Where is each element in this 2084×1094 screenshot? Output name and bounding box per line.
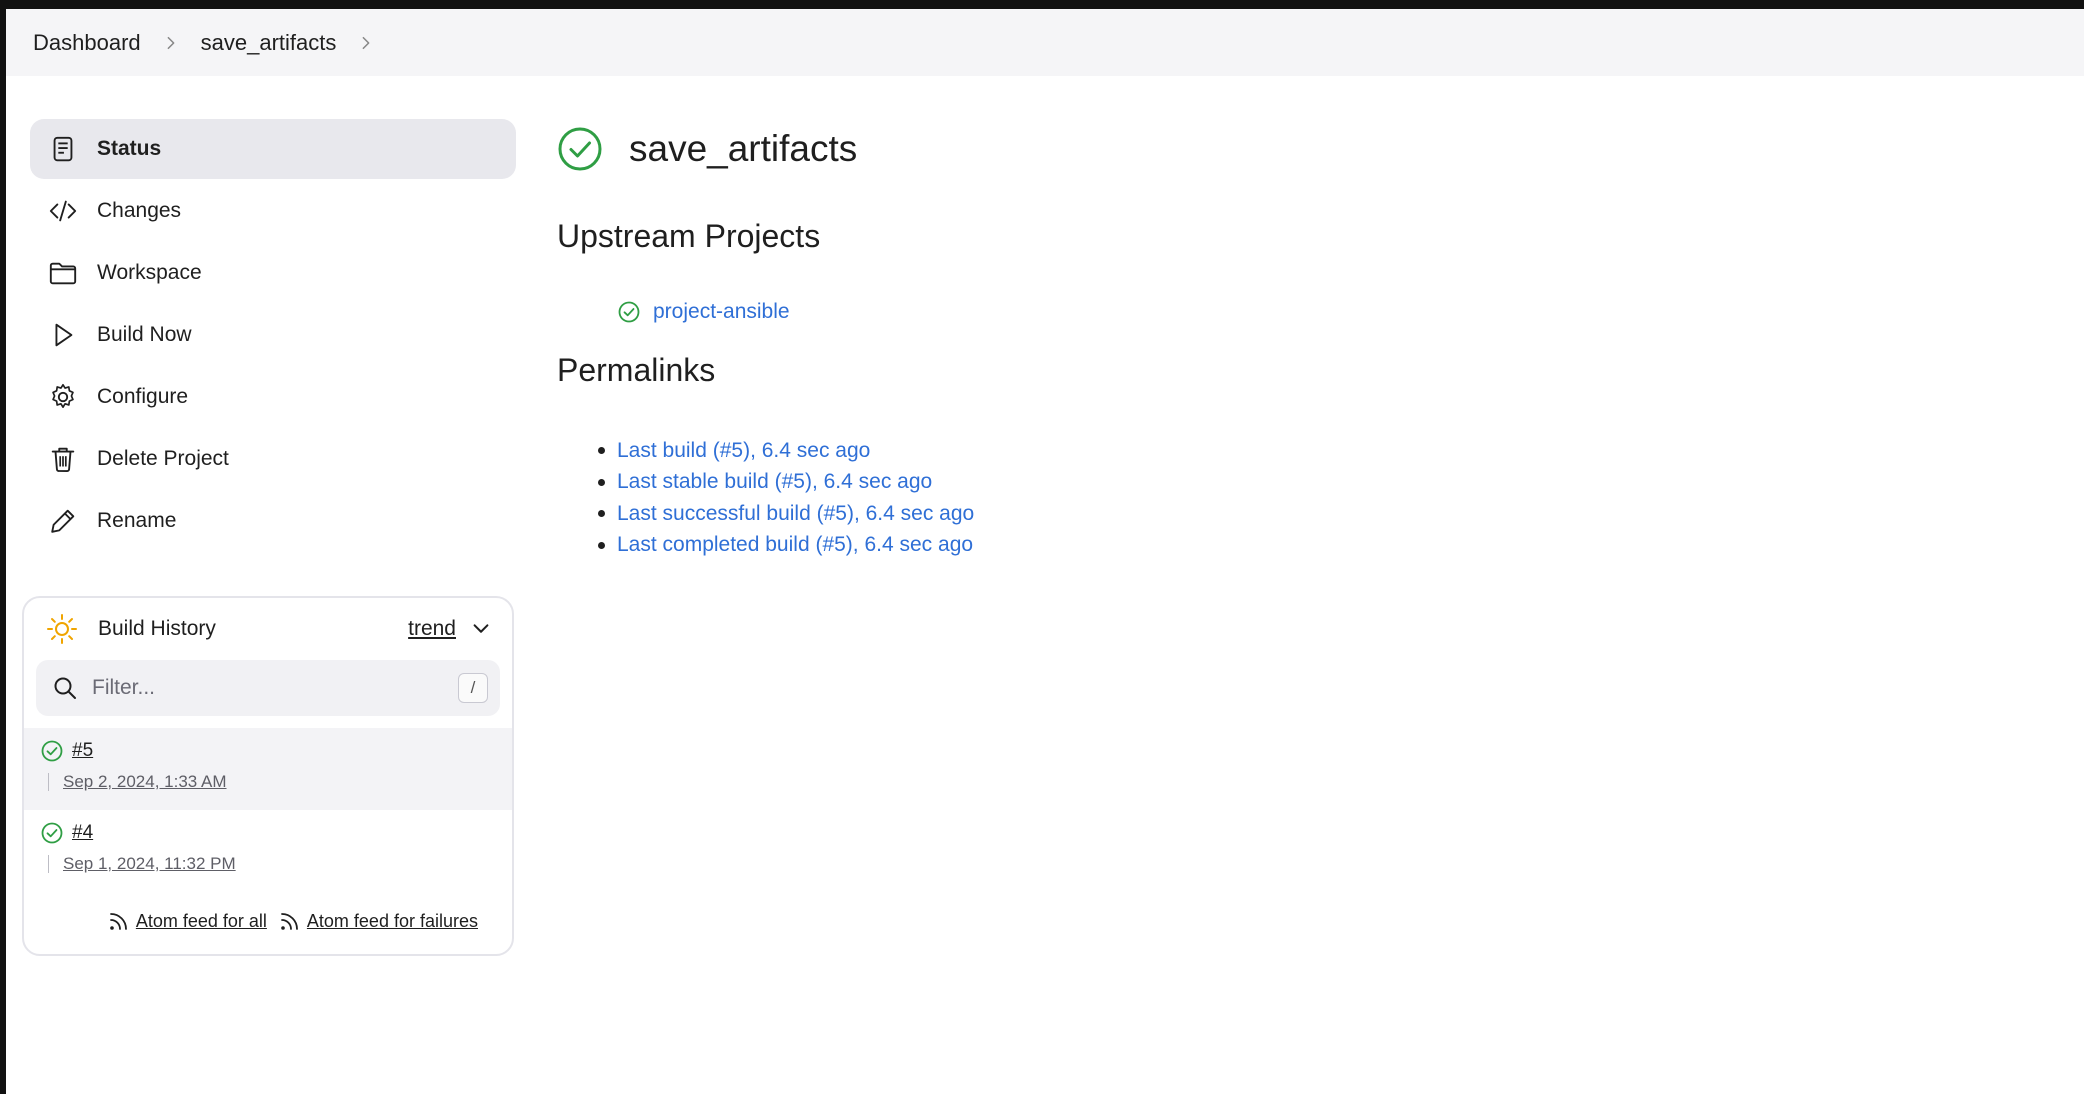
build-history-title: Build History [98,617,216,640]
upstream-project-link[interactable]: project-ansible [617,300,790,324]
keyboard-shortcut-hint: / [458,673,488,703]
build-row[interactable]: #5 Sep 2, 2024, 1:33 AM [24,728,512,810]
build-history-header: Build History trend [24,598,512,660]
bullet [598,510,605,518]
window-left-edge [0,0,6,1094]
atom-feed-all-link[interactable]: Atom feed for all [108,910,267,932]
bullet [598,478,605,486]
side-menu: Status Changes Workspace Build Now Confi… [30,119,516,553]
breadcrumb-save-artifacts[interactable]: save_artifacts [201,30,337,56]
sidebar-item-workspace[interactable]: Workspace [30,243,516,303]
filter-input[interactable] [92,676,458,700]
list-item: Last completed build (#5), 6.4 sec ago [598,530,974,562]
build-filter: / [36,660,500,716]
build-number-link[interactable]: #4 [72,822,93,844]
bullet [598,541,605,549]
upstream-project-name: project-ansible [653,300,790,323]
build-number-link[interactable]: #5 [72,740,93,762]
search-icon [54,677,76,699]
main-content: save_artifacts [557,119,857,179]
list-item: Last stable build (#5), 6.4 sec ago [598,467,974,499]
chevron-right-icon[interactable] [358,35,374,51]
chevron-right-icon[interactable] [163,35,179,51]
sidebar-item-build-now[interactable]: Build Now [30,305,516,365]
success-check-icon [41,822,63,844]
sidebar-item-delete-project[interactable]: Delete Project [30,429,516,489]
sidebar-item-label: Rename [97,509,177,532]
rss-icon [109,913,127,930]
sidebar-item-label: Workspace [97,261,202,284]
sidebar-item-status[interactable]: Status [30,119,516,179]
trend-link[interactable]: trend [408,617,456,641]
success-check-icon [41,740,63,762]
permalink-last-successful-build[interactable]: Last successful build (#5), 6.4 sec ago [617,502,974,526]
timeline-divider [48,773,49,791]
sidebar-item-label: Changes [97,199,182,222]
pencil-icon [47,505,79,537]
list-item: Last build (#5), 6.4 sec ago [598,435,974,467]
feed-label: Atom feed for failures [306,910,478,931]
build-date-link[interactable]: Sep 2, 2024, 1:33 AM [63,772,227,792]
sidebar-item-changes[interactable]: Changes [30,181,516,241]
upstream-projects-heading: Upstream Projects [557,218,821,254]
sidebar-item-label: Configure [97,385,189,408]
folder-icon [47,257,79,289]
gear-icon [47,381,79,413]
list-item: Last successful build (#5), 6.4 sec ago [598,498,974,530]
bullet [598,447,605,455]
status-document-icon [47,133,79,165]
atom-feeds: Atom feed for all Atom feed for failures [24,910,512,932]
timeline-divider [48,855,49,873]
sun-icon [47,614,77,644]
code-icon [47,195,79,227]
success-check-icon [558,127,602,171]
permalinks-list: Last build (#5), 6.4 sec ago Last stable… [598,435,974,562]
sidebar-item-configure[interactable]: Configure [30,367,516,427]
window-top-edge [0,0,2084,9]
sidebar-item-label: Delete Project [97,447,229,470]
atom-feed-failures-link[interactable]: Atom feed for failures [279,910,478,932]
page-title: save_artifacts [629,128,858,169]
breadcrumb: Dashboard save_artifacts [6,9,2084,76]
play-icon [47,319,79,351]
permalink-last-build[interactable]: Last build (#5), 6.4 sec ago [617,439,870,463]
sidebar-item-rename[interactable]: Rename [30,491,516,551]
breadcrumb-dashboard[interactable]: Dashboard [33,30,141,56]
rss-icon [281,913,298,930]
build-row[interactable]: #4 Sep 1, 2024, 11:32 PM [24,810,512,892]
success-check-icon [618,301,640,323]
trash-icon [47,443,79,475]
chevron-down-icon[interactable] [470,617,494,641]
permalink-last-completed-build[interactable]: Last completed build (#5), 6.4 sec ago [617,533,973,557]
permalinks-heading: Permalinks [557,352,716,388]
build-date-link[interactable]: Sep 1, 2024, 11:32 PM [63,854,236,874]
sidebar-item-label: Build Now [97,323,192,346]
permalink-last-stable-build[interactable]: Last stable build (#5), 6.4 sec ago [617,470,932,494]
build-history-panel: Build History trend / #5 Sep 2, 2024, 1:… [22,596,514,956]
sidebar-item-label: Status [97,137,162,160]
feed-label: Atom feed for all [135,910,267,931]
